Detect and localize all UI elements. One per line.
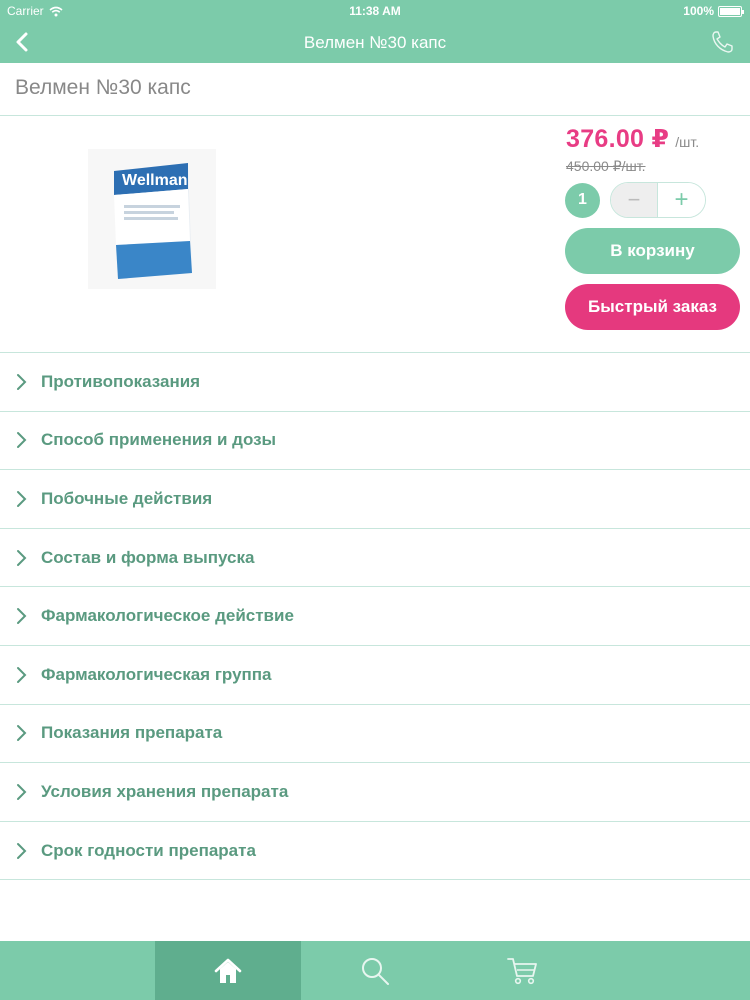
section-label: Условия хранения препарата bbox=[41, 781, 289, 801]
phone-icon[interactable] bbox=[710, 28, 736, 56]
price-unit: /шт. bbox=[675, 134, 700, 150]
section-label: Срок годности препарата bbox=[41, 840, 256, 860]
status-time: 11:38 AM bbox=[349, 4, 401, 18]
cart-icon bbox=[507, 957, 537, 984]
product-area: Wellman 376.00 ₽ /шт. 450.00 ₽/шт. 1 − +… bbox=[0, 116, 750, 353]
quantity-badge: 1 bbox=[565, 182, 600, 218]
section-label: Показания препарата bbox=[41, 723, 223, 743]
section-storage-conditions[interactable]: Условия хранения препарата bbox=[0, 763, 750, 822]
battery-status: 100% bbox=[683, 4, 744, 18]
add-to-cart-button[interactable]: В корзину bbox=[565, 228, 740, 274]
section-shelf-life[interactable]: Срок годности препарата bbox=[0, 822, 750, 881]
decrease-button[interactable]: − bbox=[611, 183, 659, 217]
section-label: Противопоказания bbox=[41, 371, 201, 391]
chevron-right-icon bbox=[17, 373, 27, 390]
tab-bar bbox=[0, 941, 750, 1000]
section-contraindications[interactable]: Противопоказания bbox=[0, 353, 750, 412]
section-label: Способ применения и дозы bbox=[41, 430, 277, 450]
price: 376.00 ₽ bbox=[566, 125, 670, 153]
section-label: Фармакологическое действие bbox=[41, 606, 294, 626]
product-image: Wellman bbox=[88, 149, 216, 289]
chevron-right-icon bbox=[17, 842, 27, 859]
section-label: Состав и форма выпуска bbox=[41, 547, 255, 567]
section-composition[interactable]: Состав и форма выпуска bbox=[0, 529, 750, 588]
chevron-right-icon bbox=[17, 549, 27, 566]
quantity-stepper: − + bbox=[610, 182, 706, 218]
section-pharmacological-group[interactable]: Фармакологическая группа bbox=[0, 646, 750, 705]
quick-order-button[interactable]: Быстрый заказ bbox=[565, 284, 740, 330]
tab-cart[interactable] bbox=[449, 941, 595, 1000]
chevron-right-icon bbox=[17, 666, 27, 683]
section-usage-dosage[interactable]: Способ применения и дозы bbox=[0, 412, 750, 471]
quantity-row: 1 − + bbox=[565, 182, 706, 218]
chevron-right-icon bbox=[17, 432, 27, 449]
nav-bar: Велмен №30 капс bbox=[0, 22, 750, 63]
section-pharmacological-action[interactable]: Фармакологическое действие bbox=[0, 587, 750, 646]
section-indications[interactable]: Показания препарата bbox=[0, 705, 750, 764]
product-image-label: Wellman bbox=[122, 172, 188, 189]
price-row: 376.00 ₽ /шт. bbox=[566, 124, 746, 154]
info-sections-list: Противопоказания Способ применения и доз… bbox=[0, 353, 750, 881]
chevron-right-icon bbox=[17, 490, 27, 507]
nav-title: Велмен №30 капс bbox=[303, 33, 447, 52]
product-title-bar: Велмен №30 капс bbox=[0, 63, 750, 116]
tab-search[interactable] bbox=[302, 941, 448, 1000]
chevron-right-icon bbox=[17, 725, 27, 742]
home-icon bbox=[214, 958, 242, 983]
tab-home[interactable] bbox=[155, 941, 301, 1000]
status-bar: Carrier 11:38 AM 100% bbox=[0, 0, 750, 22]
section-label: Фармакологическая группа bbox=[41, 664, 272, 684]
chevron-right-icon bbox=[17, 608, 27, 625]
increase-button[interactable]: + bbox=[658, 183, 705, 217]
section-label: Побочные действия bbox=[41, 488, 213, 508]
chevron-right-icon bbox=[17, 783, 27, 800]
battery-icon bbox=[718, 5, 744, 17]
price-block: 376.00 ₽ /шт. 450.00 ₽/шт. bbox=[566, 124, 746, 175]
section-side-effects[interactable]: Побочные действия bbox=[0, 470, 750, 529]
top-bar: Carrier 11:38 AM 100% Велмен №30 капс bbox=[0, 0, 750, 63]
old-price: 450.00 ₽/шт. bbox=[566, 158, 646, 174]
search-icon bbox=[362, 957, 389, 985]
product-title: Велмен №30 капс bbox=[15, 76, 191, 99]
battery-percent: 100% bbox=[683, 4, 714, 18]
